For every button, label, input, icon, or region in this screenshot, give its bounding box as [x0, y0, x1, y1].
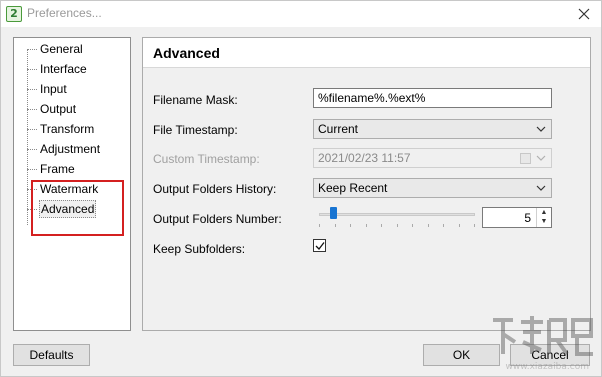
defaults-button[interactable]: Defaults	[13, 344, 90, 366]
slider-tick	[365, 224, 367, 227]
file-timestamp-label: File Timestamp:	[153, 123, 238, 137]
tree-item-general[interactable]: General	[27, 40, 84, 58]
tree-item-interface[interactable]: Interface	[27, 60, 88, 78]
slider-tick	[350, 224, 351, 227]
close-button[interactable]	[567, 1, 601, 27]
ok-button[interactable]: OK	[423, 344, 500, 366]
red-highlight-annotation	[31, 180, 124, 236]
chevron-down-icon	[536, 126, 546, 132]
output-folders-number-spinner[interactable]: 5 ▲ ▼	[482, 207, 552, 228]
slider-ticks	[319, 224, 475, 228]
slider-tick	[443, 224, 444, 227]
panel-header: Advanced	[143, 38, 590, 68]
cancel-button[interactable]: Cancel	[510, 344, 590, 366]
spin-down-icon[interactable]: ▼	[537, 217, 551, 226]
chevron-down-icon	[536, 185, 546, 191]
custom-timestamp-value: 2021/02/23 11:57	[318, 151, 411, 165]
tree-item-input[interactable]: Input	[27, 80, 68, 98]
date-checkbox-icon	[520, 153, 531, 164]
slider-tick	[412, 224, 413, 227]
spinner-value: 5	[524, 211, 531, 225]
custom-timestamp-label: Custom Timestamp:	[153, 152, 260, 166]
tree-item-label: General	[40, 42, 83, 56]
slider-tick	[381, 224, 382, 227]
preferences-window: 2 Preferences... General Interface Input…	[0, 0, 602, 377]
tree-item-label: Interface	[40, 62, 87, 76]
chevron-down-icon	[536, 155, 546, 161]
custom-timestamp-picker: 2021/02/23 11:57	[313, 148, 552, 168]
output-folders-slider-track[interactable]	[319, 213, 475, 216]
filename-mask-label: Filename Mask:	[153, 93, 238, 107]
checkmark-icon	[315, 242, 325, 250]
slider-tick	[427, 224, 429, 227]
settings-panel: Advanced Filename Mask: %filename%.%ext%…	[142, 37, 591, 331]
slider-tick	[319, 224, 320, 227]
spin-up-icon[interactable]: ▲	[537, 208, 551, 217]
tree-item-label: Output	[40, 102, 77, 116]
tree-item-transform[interactable]: Transform	[27, 120, 95, 138]
tree-item-label: Transform	[40, 122, 95, 136]
slider-tick	[334, 224, 336, 227]
tree-item-output[interactable]: Output	[27, 100, 77, 118]
window-title: Preferences...	[27, 6, 102, 20]
output-folders-slider-thumb[interactable]	[330, 207, 338, 219]
title-bar: 2 Preferences...	[1, 1, 601, 27]
file-timestamp-select[interactable]: Current	[313, 119, 552, 139]
spinner-buttons: ▲ ▼	[536, 208, 551, 227]
tree-item-label: Adjustment	[40, 142, 101, 156]
keep-subfolders-label: Keep Subfolders:	[153, 242, 246, 256]
tree-item-frame[interactable]: Frame	[27, 160, 76, 178]
output-folders-history-value: Keep Recent	[318, 181, 388, 195]
output-folders-history-label: Output Folders History:	[153, 182, 277, 196]
slider-tick	[458, 224, 460, 227]
tree-item-label: Frame	[40, 162, 75, 176]
output-folders-history-select[interactable]: Keep Recent	[313, 178, 552, 198]
slider-tick	[396, 224, 398, 227]
tree-item-adjustment[interactable]: Adjustment	[27, 140, 101, 158]
keep-subfolders-checkbox[interactable]	[313, 239, 326, 252]
filename-mask-input[interactable]: %filename%.%ext%	[313, 88, 552, 108]
output-folders-number-label: Output Folders Number:	[153, 212, 282, 226]
close-icon	[578, 8, 590, 20]
file-timestamp-value: Current	[318, 122, 359, 136]
app-icon: 2	[6, 6, 22, 22]
slider-tick	[474, 224, 475, 227]
panel-title: Advanced	[153, 45, 220, 61]
tree-item-label: Input	[40, 82, 67, 96]
